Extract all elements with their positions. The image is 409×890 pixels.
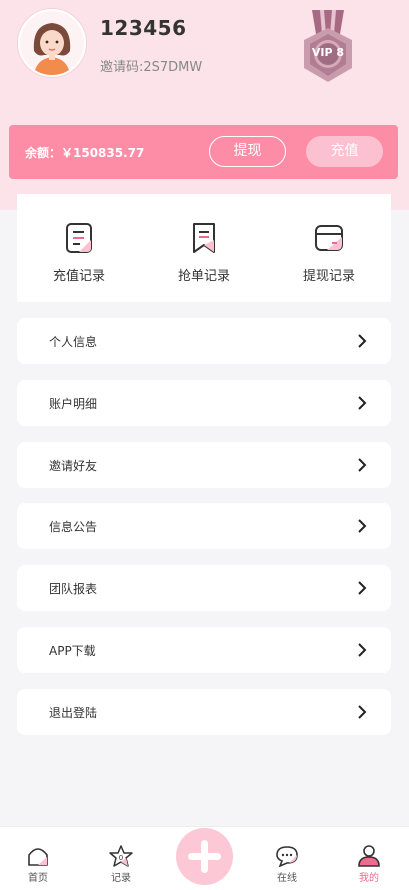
menu-item-account-details[interactable]: 账户明细: [17, 380, 391, 426]
plus-icon: [188, 840, 221, 873]
chevron-right-icon: [358, 458, 367, 472]
recharge-button[interactable]: 充值: [306, 136, 383, 167]
tab-label: 首页: [28, 873, 48, 884]
chevron-right-icon: [358, 396, 367, 410]
menu-item-invite-friends[interactable]: 邀请好友: [17, 442, 391, 488]
svg-text:0: 0: [119, 854, 123, 862]
menu-item-label: 团队报表: [49, 582, 98, 596]
menu-item-label: 账户明细: [49, 397, 98, 411]
chevron-right-icon: [358, 581, 367, 595]
tab-records[interactable]: 0 记录: [91, 845, 151, 884]
grab-order-record-label: 抢单记录: [177, 269, 230, 284]
home-icon: [28, 848, 48, 866]
vip-level: VIP 8: [311, 46, 345, 59]
menu-item-team-report[interactable]: 团队报表: [17, 565, 391, 611]
withdraw-record-label: 提现记录: [302, 269, 355, 284]
center-plus-button[interactable]: [176, 828, 233, 885]
tab-home[interactable]: 首页: [8, 845, 68, 884]
tab-label: 在线: [277, 873, 297, 884]
withdraw-record-entry[interactable]: 提现记录: [267, 222, 391, 284]
tab-mine[interactable]: 我的: [339, 845, 399, 884]
avatar-image: [20, 11, 84, 75]
balance-amount: 余额：￥150835.77: [25, 146, 145, 160]
menu-item-label: 个人信息: [49, 335, 98, 349]
tab-label: 记录: [111, 873, 131, 884]
chevron-right-icon: [358, 643, 367, 657]
username: 123456: [100, 16, 187, 40]
recharge-record-icon: [66, 223, 92, 253]
chevron-right-icon: [358, 519, 367, 533]
chat-bubble-icon: [276, 846, 298, 867]
recharge-record-label: 充值记录: [52, 269, 105, 284]
menu-item-personal-info[interactable]: 个人信息: [17, 318, 391, 364]
withdraw-record-icon: [315, 225, 343, 251]
menu-item-app-download[interactable]: APP下载: [17, 627, 391, 673]
menu-item-label: 邀请好友: [49, 459, 98, 473]
recharge-record-entry[interactable]: 充值记录: [17, 222, 141, 284]
withdraw-button[interactable]: 提现: [209, 136, 286, 167]
menu-item-logout[interactable]: 退出登陆: [17, 689, 391, 735]
star-record-icon: 0: [109, 845, 133, 867]
menu-item-label: 退出登陆: [49, 706, 98, 720]
user-icon: [358, 845, 380, 867]
menu-item-announcements[interactable]: 信息公告: [17, 503, 391, 549]
records-panel: 充值记录 抢单记录 提现记录: [17, 194, 391, 302]
grab-order-record-icon: [193, 223, 215, 253]
grab-order-record-entry[interactable]: 抢单记录: [142, 222, 266, 284]
tab-online[interactable]: 在线: [257, 845, 317, 884]
tab-label: 我的: [359, 873, 379, 884]
balance-card: 余额：￥150835.77 提现 充值: [9, 125, 398, 179]
chevron-right-icon: [358, 705, 367, 719]
menu-item-label: APP下载: [49, 644, 96, 658]
chevron-right-icon: [358, 334, 367, 348]
invite-code: 邀请码:2S7DMW: [100, 60, 203, 75]
menu-item-label: 信息公告: [49, 520, 98, 534]
avatar[interactable]: [18, 9, 86, 77]
